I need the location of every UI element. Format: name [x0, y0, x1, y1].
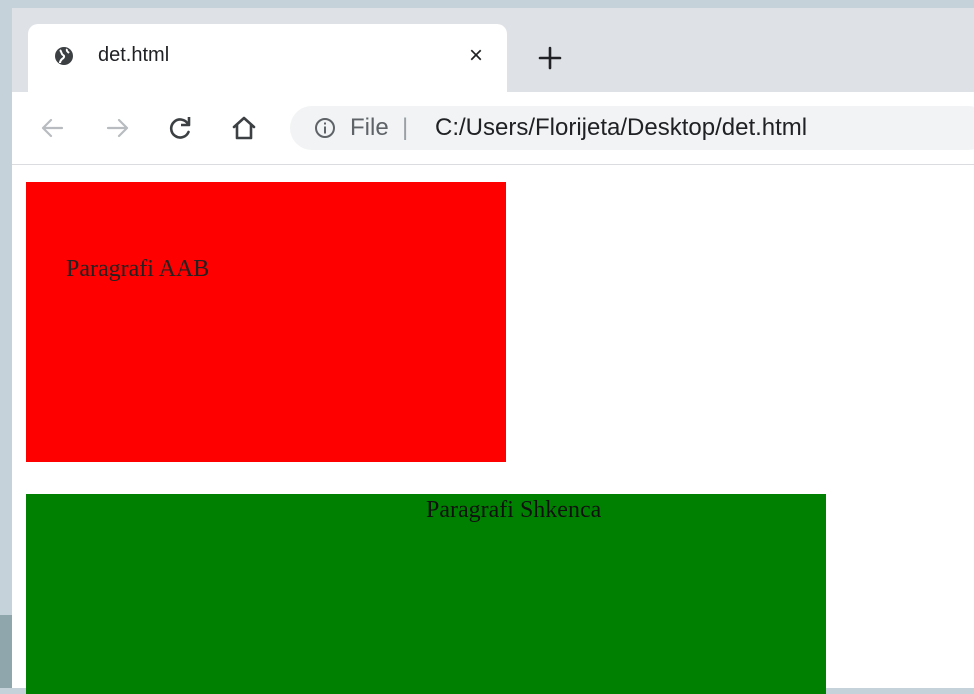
close-icon[interactable]: × [464, 42, 488, 69]
arrow-right-icon[interactable] [102, 112, 134, 144]
globe-icon [55, 47, 73, 65]
desktop-background [0, 615, 12, 688]
tab-title: det.html [98, 44, 170, 66]
toolbar: File | C:/Users/Florijeta/Desktop/det.ht… [12, 92, 974, 165]
reload-icon[interactable] [164, 112, 196, 144]
green-box: Paragrafi Shkenca [26, 494, 826, 694]
browser-window: det.html × File | C:/Users/Florijeta/Des… [12, 8, 974, 694]
arrow-left-icon[interactable] [36, 112, 68, 144]
url-separator: | [402, 114, 409, 141]
tab-strip: det.html × [12, 8, 974, 92]
tab-det-html[interactable]: det.html × [28, 24, 507, 92]
red-box: Paragrafi AAB [26, 182, 506, 462]
page-viewport: Paragrafi AAB Paragrafi Shkenca [12, 165, 974, 694]
address-bar[interactable]: File | C:/Users/Florijeta/Desktop/det.ht… [290, 106, 974, 150]
url-text[interactable]: C:/Users/Florijeta/Desktop/det.html [435, 114, 807, 142]
url-scheme-label: File [350, 114, 389, 141]
new-tab-plus-icon[interactable] [536, 44, 564, 72]
paragraph-aab: Paragrafi AAB [66, 256, 210, 282]
paragraph-shkenca: Paragrafi Shkenca [426, 497, 602, 523]
home-icon[interactable] [228, 112, 260, 144]
info-icon[interactable] [314, 117, 336, 139]
